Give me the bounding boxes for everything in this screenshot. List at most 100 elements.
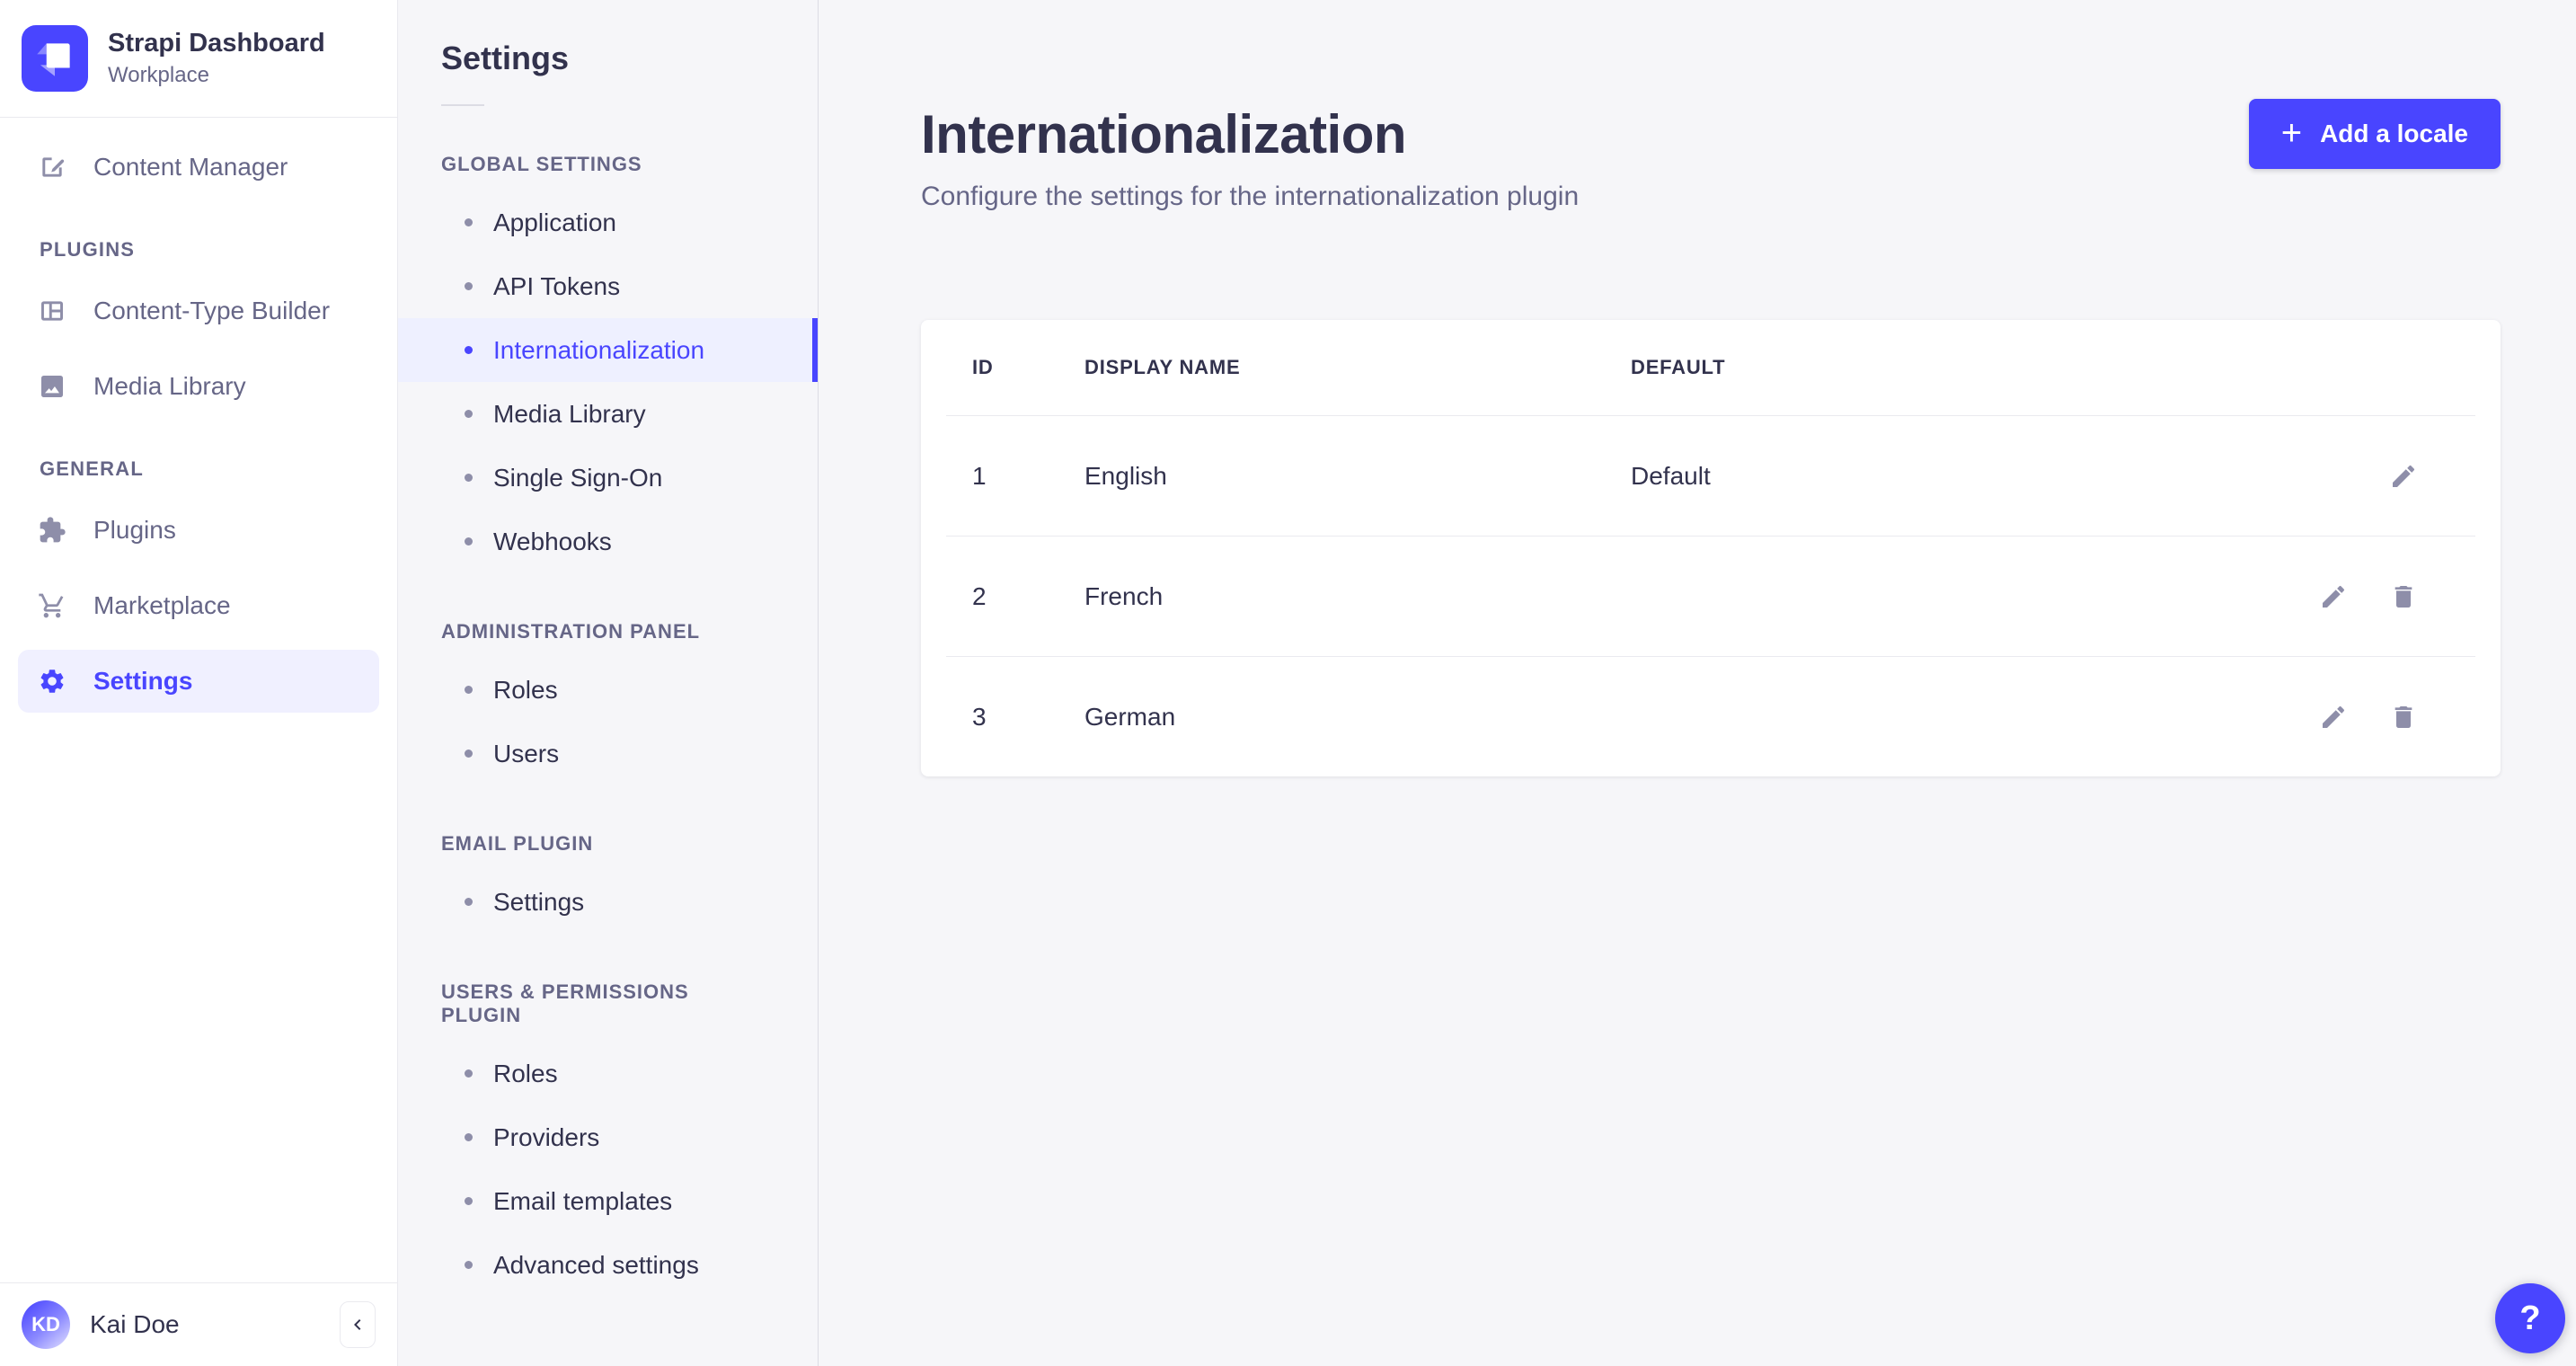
bullet-icon: [465, 898, 473, 906]
main-sidebar: Strapi Dashboard Workplace Content Manag…: [0, 0, 398, 1366]
bullet-icon: [465, 537, 473, 546]
brand-header: Strapi Dashboard Workplace: [0, 0, 397, 118]
table-row-french[interactable]: 2 French: [921, 537, 2501, 656]
subnav-item-label: Media Library: [493, 399, 646, 428]
sidebar-item-label: Plugins: [93, 516, 176, 544]
bullet-icon: [465, 686, 473, 694]
subnav-divider: [441, 104, 484, 106]
subnav-item-email-settings[interactable]: Settings: [398, 870, 818, 934]
settings-gear-icon: [40, 670, 64, 693]
column-header-default: DEFAULT: [1631, 356, 1726, 378]
subnav-item-label: Advanced settings: [493, 1250, 699, 1279]
bullet-icon: [465, 1069, 473, 1078]
edit-locale-button[interactable]: [2317, 581, 2350, 613]
subnav-title: Settings: [441, 40, 570, 76]
strapi-logo-icon: [22, 25, 88, 92]
sidebar-item-label: Settings: [93, 667, 193, 695]
add-locale-label: Add a locale: [2320, 120, 2468, 147]
subnav-item-label: API Tokens: [493, 271, 621, 300]
cell-id: 3: [972, 702, 987, 731]
sidebar-item-label: Content Manager: [93, 153, 288, 181]
avatar[interactable]: KD: [22, 1300, 70, 1349]
column-header-id: ID: [972, 356, 994, 378]
help-button[interactable]: ?: [2495, 1283, 2565, 1353]
cell-default: Default: [1631, 461, 1711, 490]
subnav-section-users-permissions-plugin: USERS & PERMISSIONS PLUGIN: [441, 980, 689, 1026]
subnav-item-label: Providers: [493, 1122, 600, 1151]
sidebar-item-settings[interactable]: Settings: [18, 650, 379, 713]
main-nav: Content Manager PLUGINS Content-Type Bui…: [0, 118, 397, 1282]
sidebar-item-content-type-builder[interactable]: Content-Type Builder: [18, 279, 379, 342]
user-name: Kai Doe: [90, 1310, 180, 1338]
page-subtitle: Configure the settings for the internati…: [921, 182, 1580, 211]
subnav-item-up-roles[interactable]: Roles: [398, 1042, 818, 1105]
bullet-icon: [465, 1197, 473, 1205]
subnav-item-label: Internationalization: [493, 335, 705, 364]
subnav-item-label: Roles: [493, 675, 558, 704]
sidebar-item-label: Marketplace: [93, 591, 231, 619]
subnav-item-media-library[interactable]: Media Library: [398, 382, 818, 446]
subnav-item-admin-roles[interactable]: Roles: [398, 658, 818, 722]
subnav-section-email-plugin: EMAIL PLUGIN: [441, 832, 594, 855]
cell-display-name: French: [1084, 581, 1164, 610]
nav-section-plugins: PLUGINS: [40, 238, 136, 261]
bullet-icon: [465, 1261, 473, 1269]
plugins-puzzle-icon: [40, 517, 66, 543]
edit-locale-button[interactable]: [2387, 460, 2420, 492]
subnav-item-admin-users[interactable]: Users: [398, 722, 818, 785]
main-content: Internationalization Configure the setti…: [819, 0, 2576, 1366]
pencil-icon: [2323, 585, 2345, 608]
chevron-left-icon: [354, 1319, 361, 1330]
table-row-english[interactable]: 1 English Default: [921, 416, 2501, 536]
cell-id: 2: [972, 581, 987, 610]
bullet-icon: [465, 750, 473, 758]
active-indicator-bar: [812, 318, 818, 382]
trash-icon: [2395, 705, 2412, 728]
sidebar-item-media-library[interactable]: Media Library: [18, 355, 379, 418]
subnav-item-webhooks[interactable]: Webhooks: [398, 510, 818, 573]
subnav-item-label: Email templates: [493, 1186, 673, 1215]
content-manager-icon: [42, 157, 65, 177]
cell-display-name: German: [1084, 702, 1176, 731]
trash-icon: [2395, 585, 2412, 608]
sidebar-item-content-manager[interactable]: Content Manager: [18, 136, 379, 199]
brand-text: Strapi Dashboard Workplace: [108, 29, 325, 88]
bullet-icon: [465, 346, 473, 354]
delete-locale-button[interactable]: [2387, 701, 2420, 733]
nav-section-general: GENERAL: [40, 457, 144, 480]
subnav-item-label: Settings: [493, 887, 585, 916]
subnav-item-label: Users: [493, 739, 560, 767]
sidebar-item-label: Content-Type Builder: [93, 297, 331, 324]
bullet-icon: [465, 282, 473, 290]
subnav-item-internationalization[interactable]: Internationalization: [398, 318, 818, 382]
collapse-sidebar-button[interactable]: [340, 1301, 376, 1348]
subnav-item-label: Webhooks: [493, 527, 612, 555]
subnav-item-label: Roles: [493, 1059, 558, 1087]
table-row-german[interactable]: 3 German: [921, 657, 2501, 776]
sidebar-footer: KD Kai Doe: [0, 1282, 397, 1366]
subnav-item-providers[interactable]: Providers: [398, 1105, 818, 1169]
pencil-icon: [2393, 465, 2415, 487]
workspace-name: Workplace: [108, 63, 209, 88]
sidebar-item-marketplace[interactable]: Marketplace: [18, 574, 379, 637]
locales-table: ID DISPLAY NAME DEFAULT 1 English Defaul…: [921, 320, 2501, 776]
bullet-icon: [465, 474, 473, 482]
subnav-item-api-tokens[interactable]: API Tokens: [398, 254, 818, 318]
bullet-icon: [465, 410, 473, 418]
edit-locale-button[interactable]: [2317, 701, 2350, 733]
subnav-item-advanced-settings[interactable]: Advanced settings: [398, 1233, 818, 1297]
marketplace-cart-icon: [39, 593, 64, 618]
sidebar-item-plugins[interactable]: Plugins: [18, 499, 379, 562]
subnav-section-global-settings: GLOBAL SETTINGS: [441, 153, 642, 175]
subnav-section-administration-panel: ADMINISTRATION PANEL: [441, 620, 701, 643]
delete-locale-button[interactable]: [2387, 581, 2420, 613]
bullet-icon: [465, 1133, 473, 1141]
subnav-item-label: Single Sign-On: [493, 463, 663, 492]
table-header-row: ID DISPLAY NAME DEFAULT: [921, 320, 2501, 415]
subnav-item-email-templates[interactable]: Email templates: [398, 1169, 818, 1233]
subnav-item-single-sign-on[interactable]: Single Sign-On: [398, 446, 818, 510]
add-locale-button[interactable]: + Add a locale: [2248, 99, 2501, 169]
subnav-item-application[interactable]: Application: [398, 191, 818, 254]
media-library-icon: [41, 376, 63, 397]
sidebar-item-label: Media Library: [93, 372, 246, 400]
